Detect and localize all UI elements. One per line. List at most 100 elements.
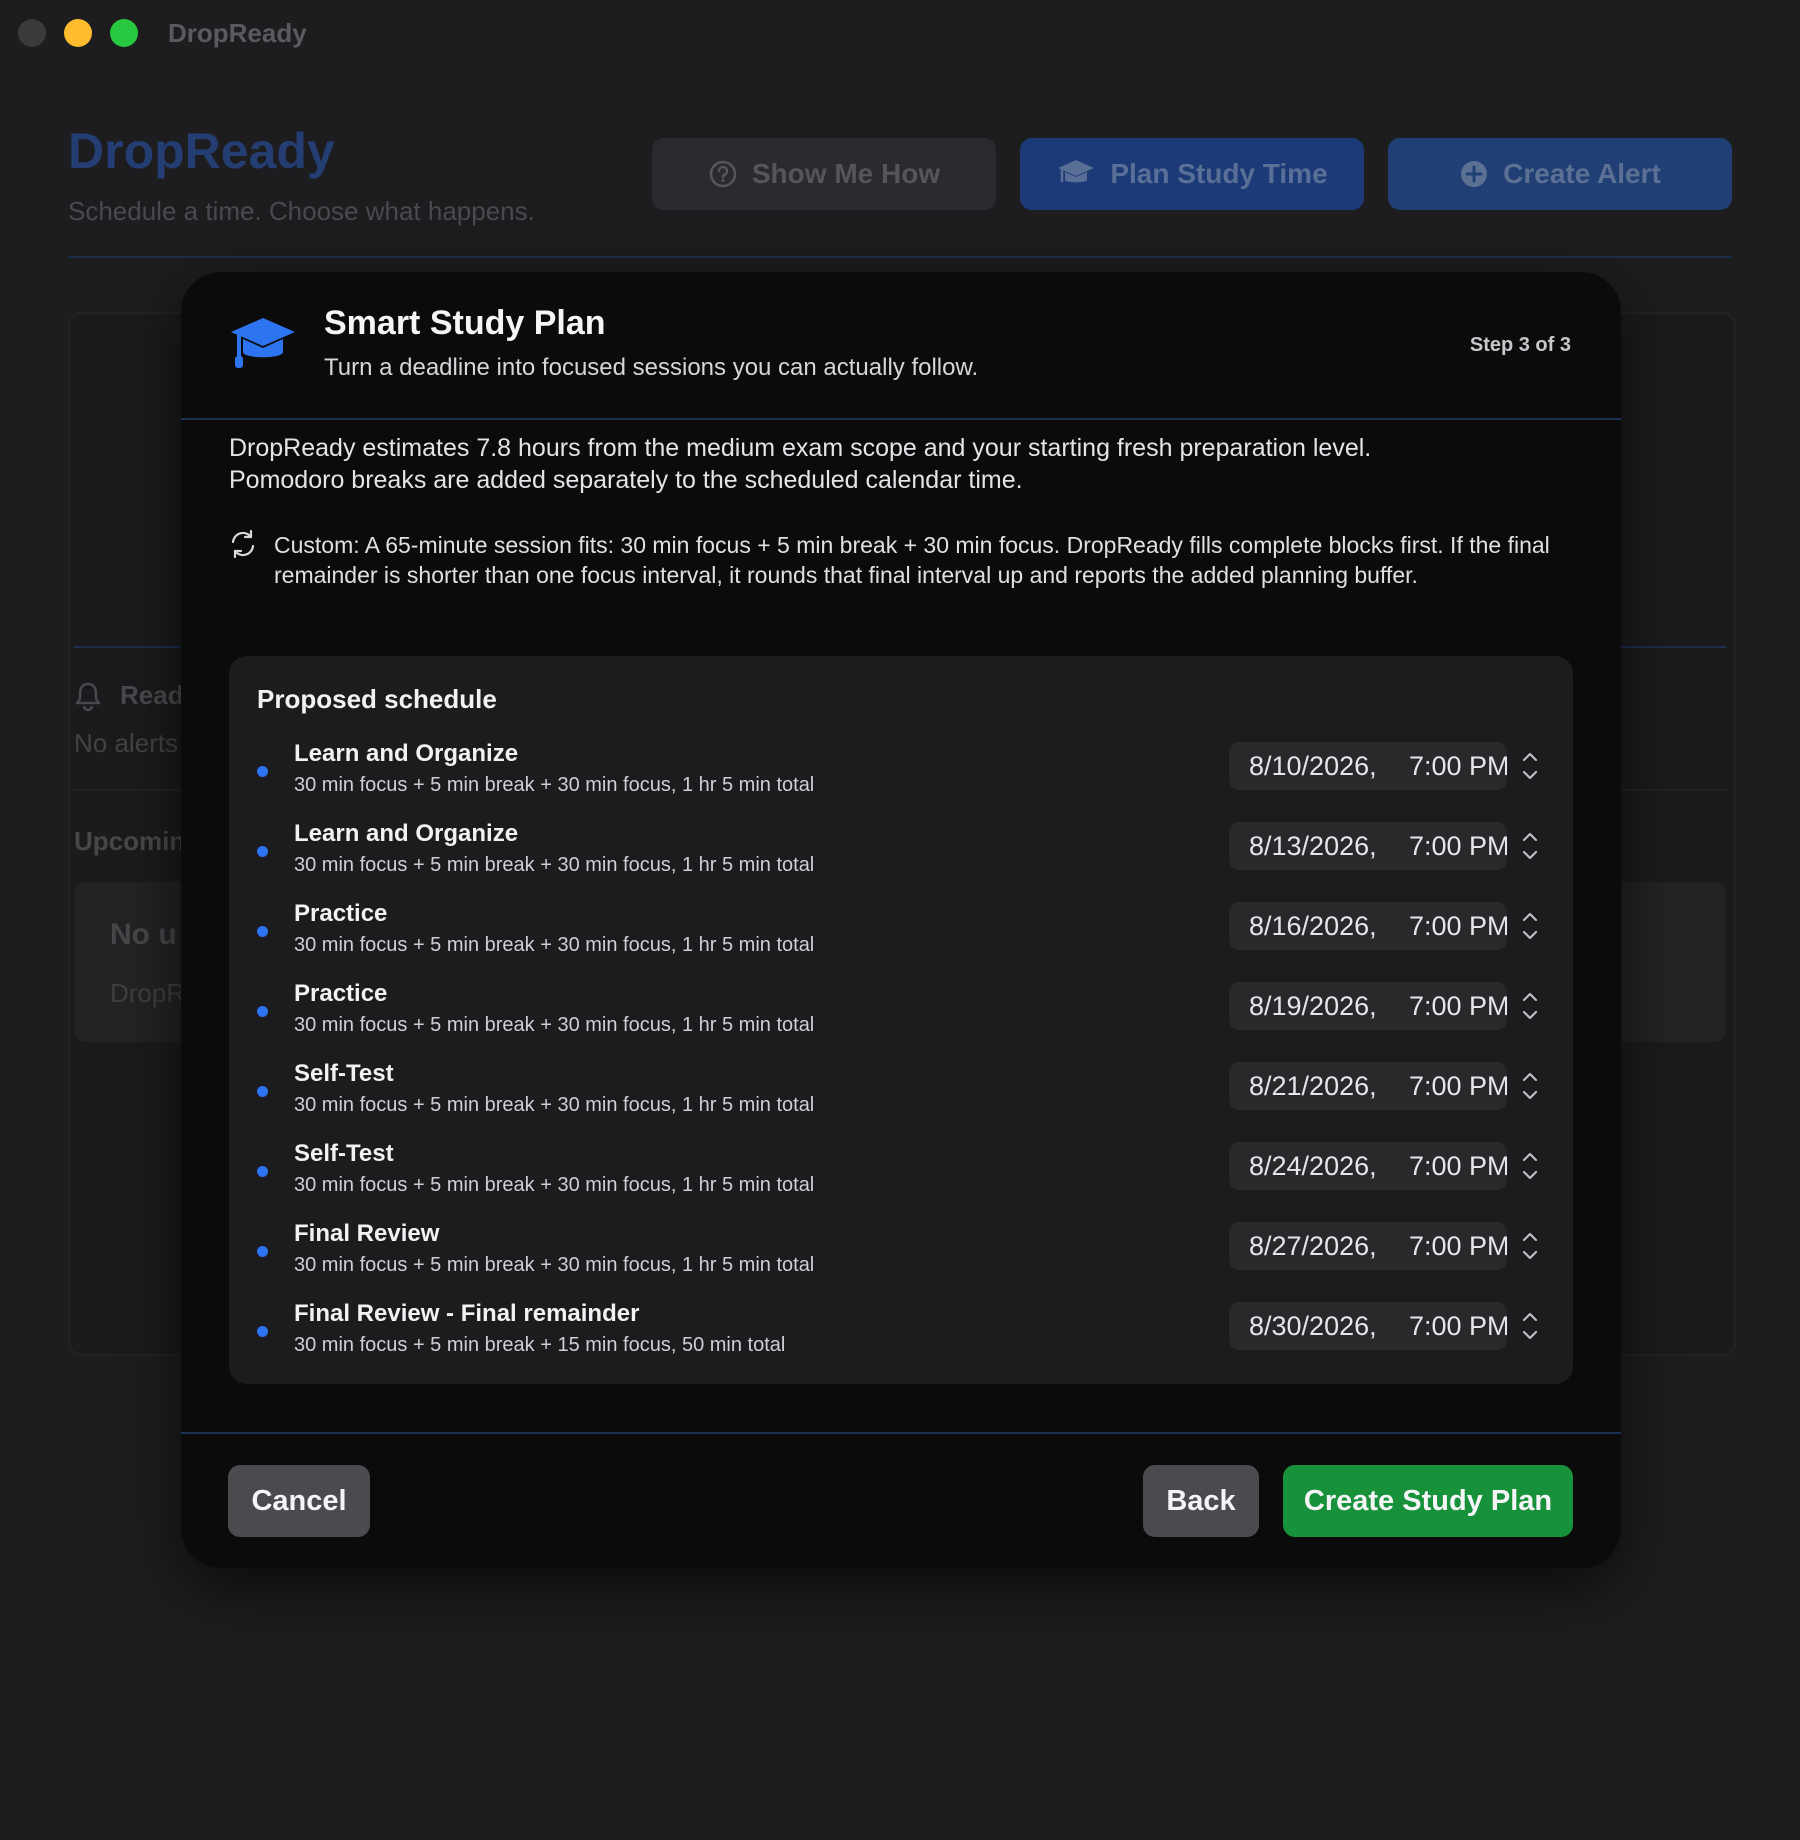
bell-icon	[75, 682, 101, 711]
session-time[interactable]: 7:00 PM	[1409, 831, 1507, 861]
datetime-stepper-icon[interactable]	[1519, 1146, 1541, 1186]
upcoming-heading: Upcomin	[74, 826, 186, 856]
session-date[interactable]: 8/10/2026,	[1249, 742, 1409, 790]
ready-alerts-heading: Read	[74, 680, 184, 711]
session-time[interactable]: 7:00 PM	[1409, 991, 1507, 1021]
schedule-row: Learn and Organize 30 min focus + 5 min b…	[229, 808, 1573, 888]
plan-study-time-label: Plan Study Time	[1110, 158, 1328, 189]
dialog-header-divider	[181, 418, 1621, 420]
session-name: Learn and Organize	[294, 820, 519, 847]
study-plan-dialog: Smart Study Plan Turn a deadline into fo…	[181, 272, 1621, 1568]
session-datetime-field[interactable]: 8/27/2026, 7:00 PM	[1229, 1222, 1507, 1270]
session-name: Final Review - Final remainder	[294, 1300, 640, 1327]
session-date[interactable]: 8/27/2026,	[1249, 1222, 1409, 1270]
custom-session-note: Custom: A 65-minute session fits: 30 min…	[274, 532, 1550, 588]
session-name: Practice	[294, 980, 388, 1007]
schedule-row: Final Review 30 min focus + 5 min break +…	[229, 1208, 1573, 1288]
close-window-button[interactable]	[18, 19, 46, 47]
schedule-row: Final Review - Final remainder 30 min foc…	[229, 1288, 1573, 1368]
session-datetime-field[interactable]: 8/21/2026, 7:00 PM	[1229, 1062, 1507, 1110]
session-date[interactable]: 8/13/2026,	[1249, 822, 1409, 870]
session-bullet	[257, 1166, 268, 1177]
session-datetime-field[interactable]: 8/30/2026, 7:00 PM	[1229, 1302, 1507, 1350]
session-bullet	[257, 766, 268, 777]
session-date[interactable]: 8/30/2026,	[1249, 1302, 1409, 1350]
session-detail: 30 min focus + 5 min break + 30 min focu…	[294, 1254, 815, 1276]
session-time[interactable]: 7:00 PM	[1409, 751, 1507, 781]
show-me-how-label: Show Me How	[751, 158, 941, 189]
session-date[interactable]: 8/16/2026,	[1249, 902, 1409, 950]
session-datetime-field[interactable]: 8/13/2026, 7:00 PM	[1229, 822, 1507, 870]
schedule-row: Self-Test 30 min focus + 5 min break + 30…	[229, 1128, 1573, 1208]
session-detail: 30 min focus + 5 min break + 30 min focu…	[294, 1094, 815, 1116]
session-bullet	[257, 1326, 268, 1337]
ready-alerts-label: Read	[120, 680, 184, 710]
window-title: DropReady	[168, 18, 307, 48]
cancel-button[interactable]: Cancel	[228, 1465, 370, 1537]
session-name: Final Review	[294, 1220, 440, 1247]
upcoming-empty-description: DropR	[110, 978, 186, 1008]
dialog-subtitle: Turn a deadline into focused sessions yo…	[324, 354, 979, 381]
session-bullet	[257, 926, 268, 937]
proposed-schedule-title: Proposed schedule	[257, 684, 497, 714]
maximize-window-button[interactable]	[110, 19, 138, 47]
session-detail: 30 min focus + 5 min break + 15 min focu…	[294, 1334, 786, 1356]
session-date[interactable]: 8/21/2026,	[1249, 1062, 1409, 1110]
graduation-cap-icon	[1058, 160, 1095, 183]
session-detail: 30 min focus + 5 min break + 30 min focu…	[294, 934, 815, 956]
create-study-plan-button[interactable]: Create Study Plan	[1283, 1465, 1573, 1537]
session-bullet	[257, 1086, 268, 1097]
proposed-schedule-panel: Proposed schedule Learn and Organize 30 m…	[229, 656, 1573, 1384]
session-datetime-field[interactable]: 8/24/2026, 7:00 PM	[1229, 1142, 1507, 1190]
schedule-row: Self-Test 30 min focus + 5 min break + 30…	[229, 1048, 1573, 1128]
plus-circle-icon	[1461, 161, 1488, 187]
datetime-stepper-icon[interactable]	[1519, 746, 1541, 786]
session-time[interactable]: 7:00 PM	[1409, 1151, 1507, 1181]
session-time[interactable]: 7:00 PM	[1409, 1311, 1507, 1341]
brand-tagline: Schedule a time. Choose what happens.	[68, 196, 535, 226]
schedule-row: Practice 30 min focus + 5 min break + 30 …	[229, 888, 1573, 968]
minimize-window-button[interactable]	[64, 19, 92, 47]
datetime-stepper-icon[interactable]	[1519, 906, 1541, 946]
estimate-line-1: DropReady estimates 7.8 hours from the m…	[229, 434, 1372, 462]
session-bullet	[257, 1246, 268, 1257]
session-datetime-field[interactable]: 8/16/2026, 7:00 PM	[1229, 902, 1507, 950]
session-time[interactable]: 7:00 PM	[1409, 1071, 1507, 1101]
session-detail: 30 min focus + 5 min break + 30 min focu…	[294, 774, 815, 796]
session-bullet	[257, 846, 268, 857]
session-datetime-field[interactable]: 8/19/2026, 7:00 PM	[1229, 982, 1507, 1030]
schedule-row: Learn and Organize 30 min focus + 5 min b…	[229, 728, 1573, 808]
refresh-cycle-icon	[231, 529, 255, 559]
dialog-title: Smart Study Plan	[324, 304, 606, 342]
session-detail: 30 min focus + 5 min break + 30 min focu…	[294, 1014, 815, 1036]
datetime-stepper-icon[interactable]	[1519, 1306, 1541, 1346]
session-time[interactable]: 7:00 PM	[1409, 1231, 1507, 1261]
session-detail: 30 min focus + 5 min break + 30 min focu…	[294, 1174, 815, 1196]
session-date[interactable]: 8/24/2026,	[1249, 1142, 1409, 1190]
title-bar: DropReady	[0, 0, 1800, 66]
session-name: Self-Test	[294, 1140, 394, 1167]
session-name: Learn and Organize	[294, 740, 519, 767]
back-button[interactable]: Back	[1143, 1465, 1259, 1537]
session-date[interactable]: 8/19/2026,	[1249, 982, 1409, 1030]
schedule-row: Practice 30 min focus + 5 min break + 30 …	[229, 968, 1573, 1048]
graduation-cap-icon	[231, 318, 295, 368]
datetime-stepper-icon[interactable]	[1519, 1066, 1541, 1106]
session-datetime-field[interactable]: 8/10/2026, 7:00 PM	[1229, 742, 1507, 790]
estimate-description: DropReady estimates 7.8 hours from the m…	[229, 432, 1569, 496]
plan-study-time-button[interactable]: Plan Study Time	[1020, 138, 1364, 210]
session-time[interactable]: 7:00 PM	[1409, 911, 1507, 941]
session-name: Self-Test	[294, 1060, 394, 1087]
session-name: Practice	[294, 900, 388, 927]
no-alerts-text: No alerts	[74, 728, 179, 758]
datetime-stepper-icon[interactable]	[1519, 986, 1541, 1026]
datetime-stepper-icon[interactable]	[1519, 826, 1541, 866]
help-circle-icon	[709, 160, 737, 188]
create-alert-button[interactable]: Create Alert	[1388, 138, 1732, 210]
session-bullet	[257, 1006, 268, 1017]
dialog-footer-divider	[181, 1432, 1621, 1434]
header-divider	[68, 256, 1732, 258]
show-me-how-button[interactable]: Show Me How	[652, 138, 996, 210]
datetime-stepper-icon[interactable]	[1519, 1226, 1541, 1266]
estimate-line-2: Pomodoro breaks are added separately to …	[229, 466, 1023, 494]
